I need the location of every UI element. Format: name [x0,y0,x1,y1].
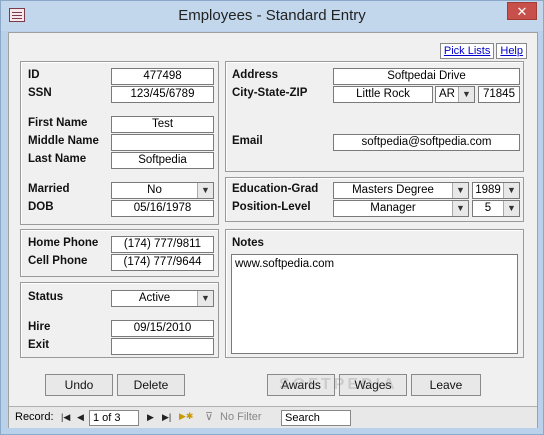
phones-panel: Home Phone (174) 777/9811 Cell Phone (17… [20,229,219,277]
grad-year-value: 1989 [475,184,501,196]
no-filter-label[interactable]: No Filter [220,411,262,423]
notes-label: Notes [232,237,264,249]
chevron-down-icon[interactable]: ▼ [452,201,468,216]
close-button[interactable]: ✕ [507,2,537,20]
status-panel: Status Active ▼ Hire 09/15/2010 Exit [20,282,219,358]
new-record-icon[interactable]: ▶✱ [179,411,193,422]
level-value: 5 [484,202,492,214]
state-value: AR [439,88,455,100]
email-field[interactable]: softpedia@softpedia.com [333,134,520,151]
id-field[interactable]: 477498 [111,68,214,85]
exit-field[interactable] [111,338,214,355]
first-name-label: First Name [28,117,88,129]
state-select[interactable]: AR ▼ [435,86,475,103]
previous-record-icon[interactable]: ◀ [77,412,84,423]
pick-lists-link[interactable]: Pick Lists [439,43,495,59]
notes-panel: Notes www.softpedia.com [225,229,524,358]
level-select[interactable]: 5 ▼ [472,200,520,217]
education-panel: Education-Grad Masters Degree ▼ 1989 ▼ P… [225,177,524,222]
filter-icon: ⊽ [205,411,214,423]
last-name-label: Last Name [28,153,87,165]
window: Employees - Standard Entry ✕ Pick Lists H… [0,0,544,435]
help-link[interactable]: Help [496,43,527,59]
email-label: Email [232,135,263,147]
next-record-icon[interactable]: ▶ [147,412,154,423]
position-label: Position-Level [232,201,311,213]
chevron-down-icon[interactable]: ▼ [197,183,213,198]
dob-field[interactable]: 05/16/1978 [111,200,214,217]
position-select[interactable]: Manager ▼ [333,200,469,217]
last-name-field[interactable]: Softpedia [111,152,214,169]
address-field[interactable]: Softpedai Drive [333,68,520,85]
cell-phone-field[interactable]: (174) 777/9644 [111,254,214,271]
chevron-down-icon[interactable]: ▼ [458,87,474,102]
status-select[interactable]: Active ▼ [111,290,214,307]
city-field[interactable]: Little Rock [333,86,433,103]
ssn-field[interactable]: 123/45/6789 [111,86,214,103]
form-body: Pick Lists Help ID 477498 SSN 123/45/6789… [8,32,538,428]
married-value: No [147,184,162,196]
education-select[interactable]: Masters Degree ▼ [333,182,469,199]
city-state-zip-label: City-State-ZIP [232,87,308,99]
status-label: Status [28,291,64,303]
exit-label: Exit [28,339,50,351]
education-value: Masters Degree [352,184,434,196]
ssn-label: SSN [28,87,52,99]
id-label: ID [28,69,40,81]
position-value: Manager [370,202,416,214]
address-label: Address [232,69,279,81]
middle-name-label: Middle Name [28,135,99,147]
zip-field[interactable]: 71845 [478,86,520,103]
hire-field[interactable]: 09/15/2010 [111,320,214,337]
middle-name-field[interactable] [111,134,214,151]
undo-button[interactable]: Undo [45,374,113,396]
home-phone-field[interactable]: (174) 777/9811 [111,236,214,253]
softpedia-watermark: SOFTPEDIA [279,376,398,393]
chevron-down-icon[interactable]: ▼ [503,183,519,198]
record-label: Record: [15,411,54,423]
top-links: Pick Lists Help [438,43,527,59]
address-panel: Address Softpedai Drive City-State-ZIP L… [225,61,524,172]
married-label: Married [28,183,70,195]
married-select[interactable]: No ▼ [111,182,214,199]
delete-button[interactable]: Delete [117,374,185,396]
identity-panel: ID 477498 SSN 123/45/6789 First Name Tes… [20,61,219,225]
home-phone-label: Home Phone [28,237,99,249]
leave-button[interactable]: Leave [411,374,481,396]
chevron-down-icon[interactable]: ▼ [452,183,468,198]
cell-phone-label: Cell Phone [28,255,88,267]
first-name-field[interactable]: Test [111,116,214,133]
hire-label: Hire [28,321,51,333]
last-record-icon[interactable]: ▶| [162,412,171,423]
status-value: Active [138,292,171,304]
education-label: Education-Grad [232,183,319,195]
title-bar: Employees - Standard Entry ✕ [1,1,543,31]
chevron-down-icon[interactable]: ▼ [503,201,519,216]
grad-year-select[interactable]: 1989 ▼ [472,182,520,199]
dob-label: DOB [28,201,54,213]
notes-field[interactable]: www.softpedia.com [231,254,518,354]
search-input[interactable]: Search [281,410,351,426]
first-record-icon[interactable]: |◀ [61,412,70,423]
window-title: Employees - Standard Entry [178,7,366,24]
record-number-input[interactable]: 1 of 3 [89,410,139,426]
record-navigation-bar: Record: |◀ ◀ 1 of 3 ▶ ▶| ▶✱ ⊽ No Filter … [9,406,537,428]
chevron-down-icon[interactable]: ▼ [197,291,213,306]
